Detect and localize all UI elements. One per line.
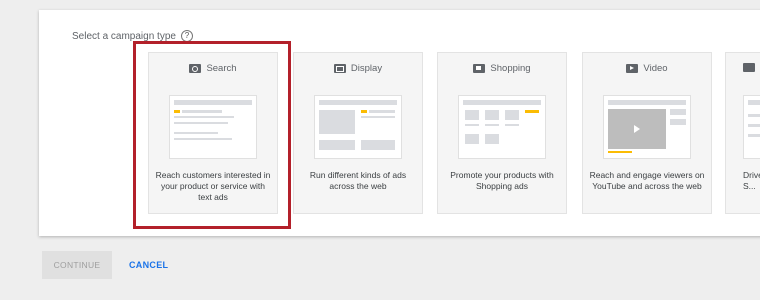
heading-label: Select a campaign type <box>72 30 176 42</box>
card-video-description: Reach and engage viewers on YouTube and … <box>589 170 705 191</box>
card-shopping-title: Shopping <box>438 63 566 74</box>
card-video-title: Video <box>583 63 711 74</box>
search-icon <box>189 64 202 73</box>
app-illustration <box>743 95 760 159</box>
card-display-title: Display <box>294 63 422 74</box>
campaign-type-heading: Select a campaign type ? <box>72 30 193 42</box>
cancel-button[interactable]: CANCEL <box>125 251 172 279</box>
help-icon[interactable]: ? <box>180 30 193 42</box>
search-illustration <box>169 95 257 159</box>
shopping-icon <box>473 64 486 73</box>
card-video[interactable]: Video Reach and engage viewers on YouTub… <box>582 52 712 214</box>
shopping-illustration <box>458 95 546 159</box>
card-search-title: Search <box>149 63 277 74</box>
video-illustration <box>603 95 691 159</box>
display-icon <box>333 64 346 73</box>
card-search-description: Reach customers interested in your produ… <box>155 170 271 202</box>
card-shopping-label: Shopping <box>490 63 531 74</box>
card-search[interactable]: Search Reach customers interested in you… <box>148 52 278 214</box>
play-icon <box>634 125 640 133</box>
card-video-label: Video <box>643 63 668 74</box>
card-display-label: Display <box>350 63 383 74</box>
card-app-title <box>726 63 760 72</box>
continue-button[interactable]: CONTINUE <box>42 251 112 279</box>
card-display-description: Run different kinds of ads across the we… <box>309 170 407 191</box>
card-shopping[interactable]: Shopping Promote your products with Shop… <box>437 52 567 214</box>
card-app-description: Drive a... S... <box>743 170 760 191</box>
card-display[interactable]: Display Run different kinds of ads acros… <box>293 52 423 214</box>
display-illustration <box>314 95 402 159</box>
card-app[interactable]: Drive a... S... <box>725 52 760 214</box>
video-icon <box>626 64 639 73</box>
card-search-label: Search <box>206 63 237 74</box>
card-shopping-description: Promote your products with Shopping ads <box>450 170 554 191</box>
app-icon <box>743 63 755 72</box>
